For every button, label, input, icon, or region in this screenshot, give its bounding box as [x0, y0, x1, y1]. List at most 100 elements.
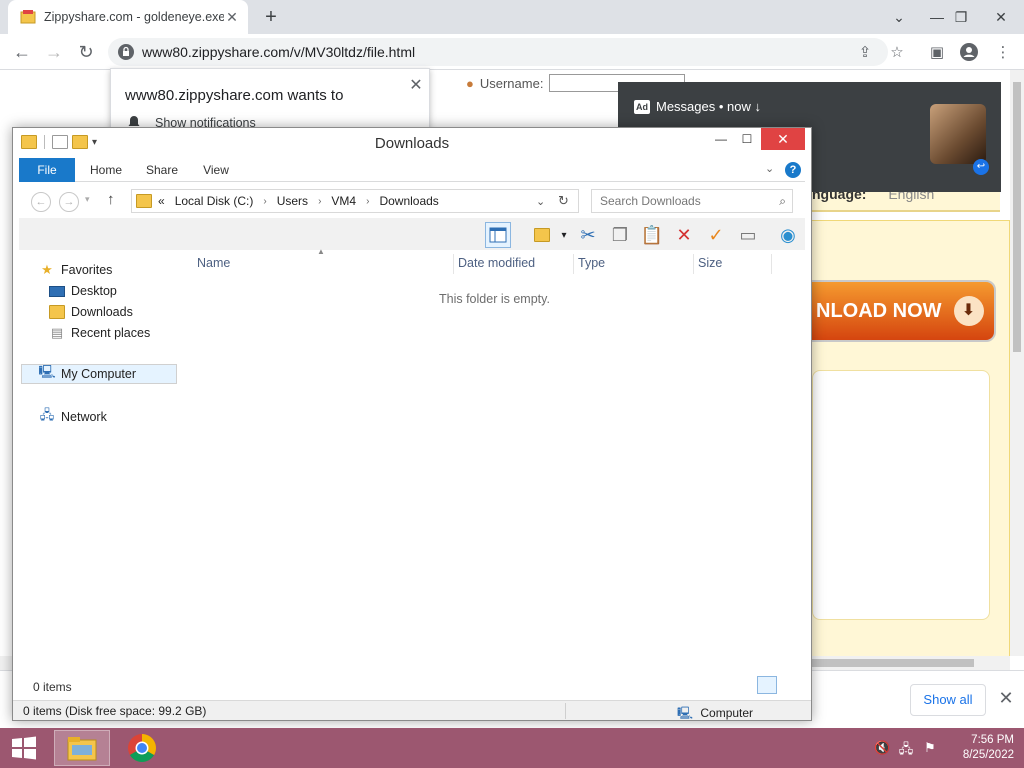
navigation-pane: ★ Favorites Desktop Downloads ▤ Recent p… — [19, 252, 179, 684]
explorer-title: Downloads — [374, 135, 450, 152]
explorer-close-button[interactable]: ✕ — [761, 128, 805, 150]
zippyshare-logo — [428, 90, 618, 130]
delete-icon[interactable]: ✕ — [671, 222, 697, 248]
browser-tab[interactable]: Zippyshare.com - goldeneye.exe ✕ — [8, 0, 248, 34]
nav-recent-places[interactable]: ▤ Recent places — [49, 323, 150, 343]
view-toggle — [757, 676, 801, 694]
browser-tab-strip: Zippyshare.com - goldeneye.exe ✕ + ⌄ — ❐… — [0, 0, 1024, 34]
restore-button[interactable]: ❐ — [944, 0, 978, 34]
search-placeholder: Search Downloads — [600, 194, 701, 208]
start-button[interactable] — [10, 736, 38, 760]
side-panel-icon[interactable]: ▣ — [926, 41, 948, 63]
show-all-button[interactable]: Show all — [910, 684, 986, 716]
close-window-button[interactable]: ✕ — [984, 0, 1018, 34]
ribbon-expand-icon[interactable]: ⌄ — [765, 162, 774, 175]
tab-home[interactable]: Home — [81, 158, 131, 182]
explorer-status-bar: 0 items (Disk free space: 99.2 GB) 🖳 Com… — [13, 700, 811, 720]
explorer-window: ▾ Downloads — ☐ ✕ File Home Share View ⌄… — [12, 127, 812, 721]
prompt-close-icon[interactable]: ✕ — [407, 75, 425, 95]
volume-muted-icon[interactable]: 🔇 — [874, 740, 890, 756]
column-date-modified[interactable]: Date modified — [458, 256, 535, 274]
up-button[interactable]: ↑ — [107, 191, 115, 208]
chrome-icon — [128, 734, 156, 762]
organize-dropdown-icon[interactable]: ▾ — [551, 222, 577, 248]
command-bar: ▾ ✂ ❐ 📋 ✕ ✓ ▭ ◉ — [19, 218, 805, 250]
profile-avatar-icon[interactable] — [958, 41, 980, 63]
explorer-minimize-button[interactable]: — — [711, 128, 731, 150]
preview-pane-icon[interactable] — [485, 222, 511, 248]
tab-share[interactable]: Share — [137, 158, 187, 182]
sort-ascending-icon: ▲ — [317, 247, 325, 256]
windows-taskbar: 🔇 🖧 ⚑ 7:56 PM 8/25/2022 — [0, 728, 1024, 768]
download-shelf-close-icon[interactable]: ✕ — [996, 688, 1016, 708]
taskbar-file-explorer[interactable] — [54, 730, 110, 766]
explorer-titlebar: ▾ Downloads — ☐ ✕ — [13, 128, 811, 158]
breadcrumb-overflow[interactable]: « — [158, 194, 165, 208]
ribbon-tabs: File Home Share View — [19, 158, 805, 182]
nav-favorites[interactable]: ★ Favorites — [39, 260, 112, 280]
checkmark-icon[interactable]: ✓ — [703, 222, 729, 248]
tab-search-icon[interactable]: ⌄ — [882, 0, 916, 34]
explorer-address-bar[interactable]: « Local Disk (C:) › Users › VM4 › Downlo… — [131, 189, 579, 213]
desktop-icon — [49, 284, 65, 298]
location-status: 🖳 Computer — [677, 704, 753, 725]
globe-icon[interactable]: ◉ — [775, 222, 801, 248]
location-status-label: Computer — [700, 706, 754, 720]
details-view-button[interactable] — [757, 676, 777, 694]
browser-menu-icon[interactable]: ⋮ — [992, 41, 1014, 63]
taskbar-clock[interactable]: 7:56 PM 8/25/2022 — [950, 733, 1014, 763]
clock-time: 7:56 PM — [971, 734, 1014, 746]
zippyshare-favicon-icon — [20, 10, 36, 24]
cut-icon[interactable]: ✂ — [575, 222, 601, 248]
new-tab-button[interactable]: + — [260, 6, 282, 28]
paste-icon[interactable]: 📋 — [639, 222, 665, 248]
recent-locations-icon[interactable]: ▾ — [85, 194, 90, 205]
tab-close-icon[interactable]: ✕ — [224, 9, 240, 25]
forward-button[interactable]: → — [42, 40, 66, 64]
column-name[interactable]: Name — [197, 256, 230, 274]
column-type[interactable]: Type — [578, 256, 605, 274]
downloads-icon — [49, 305, 65, 319]
download-info-box — [812, 370, 990, 620]
network-tray-icon[interactable]: 🖧 — [898, 740, 914, 756]
help-icon[interactable]: ? — [785, 162, 801, 178]
large-icons-view-button[interactable] — [781, 676, 801, 694]
nav-downloads[interactable]: Downloads — [49, 302, 133, 322]
prompt-message: www80.zippyshare.com wants to — [125, 87, 344, 104]
reload-button[interactable]: ↻ — [74, 40, 98, 64]
refresh-icon[interactable]: ↻ — [558, 193, 569, 209]
share-icon[interactable]: ⇪ — [854, 41, 876, 63]
breadcrumb-users[interactable]: Users — [277, 194, 308, 208]
breadcrumb-vm4[interactable]: VM4 — [331, 194, 356, 208]
nav-desktop[interactable]: Desktop — [49, 281, 117, 301]
address-bar[interactable]: www80.zippyshare.com/v/MV30ltdz/file.htm… — [108, 38, 888, 66]
rename-icon[interactable]: ▭ — [735, 222, 761, 248]
nav-network[interactable]: 🖧 Network — [39, 407, 107, 427]
copy-icon[interactable]: ❐ — [607, 222, 633, 248]
column-size[interactable]: Size — [698, 256, 722, 274]
address-dropdown-icon[interactable]: ⌄ — [536, 195, 545, 208]
nav-network-label: Network — [61, 410, 107, 424]
browser-toolbar: ← → ↻ www80.zippyshare.com/v/MV30ltdz/fi… — [0, 34, 1024, 70]
bookmark-star-icon[interactable]: ☆ — [886, 41, 908, 63]
action-center-icon[interactable]: ⚑ — [922, 740, 938, 756]
tab-view[interactable]: View — [193, 158, 239, 182]
nav-downloads-label: Downloads — [71, 305, 133, 319]
download-now-button[interactable]: NLOAD NOW ⬇ — [810, 280, 996, 342]
ad-tag: Ad — [634, 100, 650, 114]
back-button[interactable]: ← — [10, 40, 34, 64]
status-computer-icon: 🖳 — [677, 706, 694, 720]
breadcrumb-downloads[interactable]: Downloads — [379, 194, 438, 208]
explorer-maximize-button[interactable]: ☐ — [737, 128, 757, 150]
tab-file[interactable]: File — [19, 158, 75, 182]
page-vertical-scrollbar[interactable] — [1010, 70, 1024, 656]
explorer-back-button[interactable]: ← — [31, 192, 51, 212]
clock-date: 8/25/2022 — [962, 749, 1014, 761]
taskbar-chrome[interactable] — [114, 730, 170, 766]
nav-favorites-label: Favorites — [61, 263, 113, 277]
explorer-forward-button[interactable]: → — [59, 192, 79, 212]
breadcrumb-local-disk[interactable]: Local Disk (C:) — [175, 194, 254, 208]
recent-places-icon: ▤ — [50, 325, 64, 340]
search-downloads-input[interactable]: Search Downloads ⌕ — [591, 189, 793, 213]
nav-my-computer[interactable]: 🖳 My Computer — [21, 364, 177, 384]
